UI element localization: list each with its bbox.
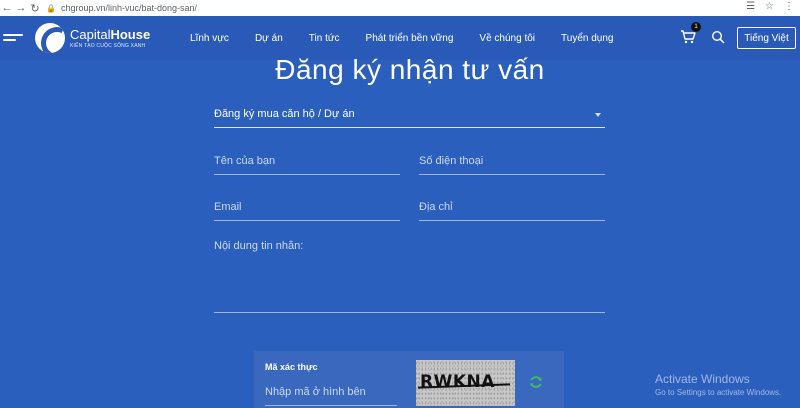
watermark-title: Activate Windows xyxy=(655,372,750,386)
phone-field-wrapper xyxy=(419,150,605,175)
captcha-image: RWKNA xyxy=(416,360,515,406)
nav-item-phat-trien-ben-vung[interactable]: Phát triển bền vững xyxy=(366,33,454,44)
chevron-down-icon xyxy=(595,113,601,117)
bookmark-star-icon[interactable]: ☆ xyxy=(765,1,774,12)
cart-icon xyxy=(681,30,696,44)
browser-toolbar: ← → ↻ 🔒 chgroup.vn/linh-vuc/bat-dong-san… xyxy=(0,0,800,16)
forward-arrow-icon[interactable]: → xyxy=(14,1,28,15)
captcha-code: RWKNA xyxy=(420,372,495,392)
cart-button[interactable]: 1 xyxy=(680,22,701,44)
phone-input[interactable] xyxy=(419,150,605,172)
lock-icon: 🔒 xyxy=(46,3,56,13)
message-field-wrapper xyxy=(214,240,605,313)
email-input[interactable] xyxy=(214,196,400,218)
nav-item-tin-tuc[interactable]: Tin tức xyxy=(309,33,340,44)
nav-item-tuyen-dung[interactable]: Tuyển dụng xyxy=(561,33,613,44)
hamburger-menu-icon[interactable] xyxy=(3,34,23,44)
logo-mark-icon xyxy=(35,23,65,53)
back-arrow-icon[interactable]: ← xyxy=(0,1,14,15)
address-input[interactable] xyxy=(419,196,605,218)
language-button[interactable]: Tiếng Việt xyxy=(737,27,796,49)
email-field-wrapper xyxy=(214,196,400,221)
form-title: Đăng ký nhận tư vấn xyxy=(275,54,545,85)
name-input[interactable] xyxy=(214,150,400,172)
captcha-input[interactable] xyxy=(265,381,397,403)
message-textarea[interactable] xyxy=(214,240,605,310)
select-value: Đăng ký mua căn hộ / Dự án xyxy=(214,108,355,120)
address-field-wrapper xyxy=(419,196,605,221)
translate-icon[interactable]: ☰ xyxy=(746,1,755,12)
logo-wordmark: CapitalHouse xyxy=(70,26,151,42)
captcha-refresh-button[interactable] xyxy=(529,375,543,389)
refresh-icon xyxy=(530,376,542,388)
logo-tagline: KIẾN TẠO CUỘC SỐNG XANH xyxy=(70,42,146,49)
watermark-subtitle: Go to Settings to activate Windows. xyxy=(655,388,782,397)
captcha-field-wrapper xyxy=(265,381,397,406)
nav-item-du-an[interactable]: Dự án xyxy=(255,33,283,44)
windows-activation-watermark: Activate Windows Go to Settings to activ… xyxy=(655,372,781,397)
name-field-wrapper xyxy=(214,150,400,175)
nav-item-ve-chung-toi[interactable]: Về chúng tôi xyxy=(479,33,535,44)
search-button[interactable] xyxy=(711,30,725,44)
nav-item-linh-vuc[interactable]: Lĩnh vực xyxy=(190,33,229,44)
more-menu-icon[interactable]: ⋮ xyxy=(784,1,794,12)
captcha-label: Mã xác thực xyxy=(265,362,318,372)
consultation-type-select[interactable]: Đăng ký mua căn hộ / Dự án xyxy=(214,101,605,128)
captcha-panel: Mã xác thực RWKNA xyxy=(254,351,564,408)
search-icon xyxy=(711,30,725,44)
address-bar[interactable]: chgroup.vn/linh-vuc/bat-dong-san/ xyxy=(61,3,197,13)
capitalhouse-logo[interactable]: CapitalHouse KIẾN TẠO CUỘC SỐNG XANH xyxy=(35,23,150,53)
reload-icon[interactable]: ↻ xyxy=(28,1,42,15)
cart-count-badge: 1 xyxy=(691,22,701,32)
